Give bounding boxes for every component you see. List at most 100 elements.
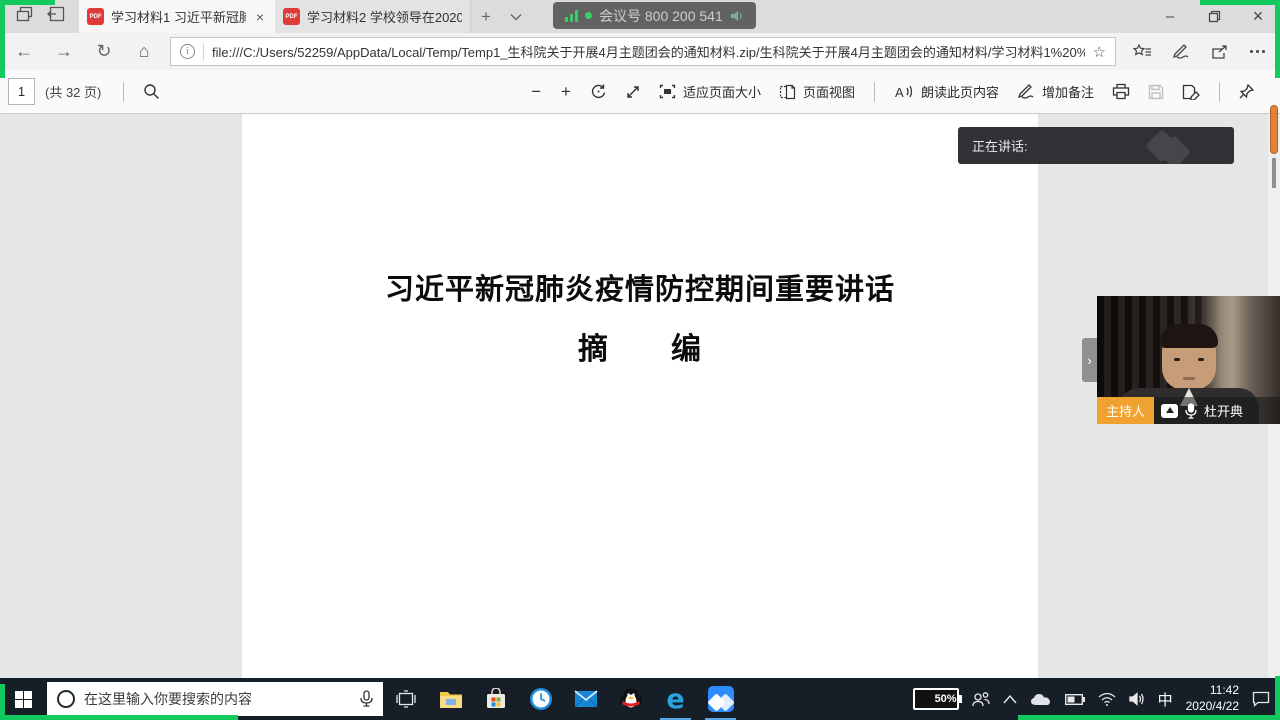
meeting-watermark-icon — [1150, 134, 1186, 164]
now-speaking-label: 正在讲话: — [972, 136, 1028, 155]
home-button[interactable]: ⌂ — [124, 41, 164, 62]
scrollbar-marker — [1272, 158, 1276, 188]
tab-title: 学习材料1 习近平新冠肺 — [111, 7, 246, 26]
microphone-icon — [1185, 403, 1197, 419]
tab-list-chevron-icon[interactable] — [501, 0, 531, 33]
mail-icon[interactable] — [563, 678, 608, 720]
volume-icon[interactable] — [1129, 692, 1145, 706]
people-icon[interactable] — [972, 691, 990, 707]
participant-name: 杜开典 — [1204, 401, 1243, 420]
browser-titlebar: PDF 学习材料1 习近平新冠肺 × PDF 学习材料2 学校领导在2020 +… — [0, 0, 1280, 33]
task-view-button[interactable] — [383, 678, 428, 720]
alarms-clock-icon[interactable] — [518, 678, 563, 720]
tray-battery-icon[interactable] — [1065, 694, 1085, 705]
fit-page-label: 适应页面大小 — [683, 82, 761, 101]
web-note-pen-icon[interactable] — [1162, 44, 1200, 60]
zoom-out-button[interactable]: − — [531, 82, 541, 102]
now-speaking-overlay: 正在讲话: — [958, 127, 1234, 164]
page-view-button[interactable]: 页面视图 — [779, 82, 855, 101]
meeting-id-pill[interactable]: 会议号 800 200 541 — [553, 2, 756, 29]
divider — [123, 82, 124, 102]
divider — [1219, 82, 1220, 102]
read-aloud-label: 朗读此页内容 — [921, 82, 999, 101]
set-tabs-aside-icon[interactable] — [16, 6, 33, 28]
signal-strength-icon — [565, 10, 578, 22]
video-bar-info: 杜开典 — [1154, 397, 1280, 424]
screen-share-icon — [1161, 404, 1178, 418]
pdf-file-icon: PDF — [283, 8, 300, 25]
hub-favorites-icon[interactable] — [1124, 44, 1162, 60]
battery-percent-label: 50% — [935, 693, 957, 705]
ime-indicator[interactable]: 中 — [1158, 689, 1173, 710]
new-tab-button[interactable]: + — [471, 0, 501, 33]
pin-toolbar-button[interactable] — [1239, 84, 1254, 100]
more-options-icon[interactable] — [1238, 50, 1276, 53]
cortana-circle-icon — [57, 690, 75, 708]
svg-text:A: A — [895, 85, 904, 100]
restore-button[interactable] — [1192, 0, 1236, 33]
page-number-input[interactable]: 1 — [8, 78, 35, 105]
taskbar-search[interactable] — [47, 682, 383, 716]
document-title-line1: 习近平新冠肺炎疫情防控期间重要讲话 — [242, 114, 1038, 308]
print-button[interactable] — [1112, 83, 1130, 100]
fit-page-button[interactable]: 适应页面大小 — [659, 82, 761, 101]
pdf-page: 习近平新冠肺炎疫情防控期间重要讲话 摘 编 — [242, 114, 1038, 678]
meeting-id-label: 会议号 800 200 541 — [599, 6, 723, 26]
onedrive-cloud-icon[interactable] — [1030, 692, 1052, 706]
taskbar-clock[interactable]: 11:42 2020/4/22 — [1186, 683, 1239, 714]
rotate-button[interactable] — [590, 83, 607, 100]
screen: PDF 学习材料1 习近平新冠肺 × PDF 学习材料2 学校领导在2020 +… — [0, 0, 1280, 720]
close-button[interactable]: × — [1236, 0, 1280, 33]
minimize-button[interactable]: – — [1148, 0, 1192, 33]
share-icon[interactable] — [1200, 44, 1238, 60]
refresh-button[interactable]: ↻ — [84, 41, 124, 62]
search-mic-icon[interactable] — [360, 690, 373, 708]
windows-logo-icon — [15, 691, 32, 708]
tencent-meeting-icon[interactable] — [698, 678, 743, 720]
system-tray: 50% 中 11:42 2020/4/22 — [913, 683, 1280, 714]
divider — [203, 43, 204, 61]
start-button[interactable] — [0, 678, 47, 720]
divider — [874, 82, 875, 102]
tab-study-material-2[interactable]: PDF 学习材料2 学校领导在2020 — [275, 0, 471, 33]
url-text[interactable]: file:///C:/Users/52259/AppData/Local/Tem… — [212, 42, 1085, 61]
wifi-icon[interactable] — [1098, 692, 1116, 706]
microsoft-store-icon[interactable] — [473, 678, 518, 720]
video-collapse-button[interactable]: › — [1082, 338, 1097, 382]
pdf-content-area[interactable]: 习近平新冠肺炎疫情防控期间重要讲话 摘 编 — [0, 114, 1280, 678]
tab-preview-icon[interactable] — [47, 6, 65, 27]
action-center-icon[interactable] — [1252, 691, 1270, 707]
search-input[interactable] — [84, 691, 351, 707]
tab-close-icon[interactable]: × — [253, 9, 267, 25]
participant-video-panel[interactable]: › 主持人 杜开典 — [1097, 296, 1280, 424]
zoom-in-button[interactable]: + — [561, 82, 571, 102]
scrollbar-thumb[interactable] — [1270, 105, 1278, 154]
expand-button[interactable] — [625, 84, 641, 100]
clock-date: 2020/4/22 — [1186, 699, 1239, 713]
video-name-bar: 主持人 杜开典 — [1097, 397, 1280, 424]
address-bar-row: ← → ↻ ⌂ i file:///C:/Users/52259/AppData… — [0, 33, 1280, 70]
page-info-icon[interactable]: i — [180, 44, 195, 59]
save-button[interactable] — [1148, 84, 1164, 100]
file-explorer-icon[interactable] — [428, 678, 473, 720]
page-view-label: 页面视图 — [803, 82, 855, 101]
tab-study-material-1[interactable]: PDF 学习材料1 习近平新冠肺 × — [79, 0, 275, 33]
hidden-icons-chevron[interactable] — [1003, 695, 1017, 704]
back-button[interactable]: ← — [4, 41, 44, 62]
find-in-page-icon[interactable] — [143, 83, 160, 100]
titlebar-left-icons — [0, 0, 79, 33]
qq-icon[interactable] — [608, 678, 653, 720]
tab-title: 学习材料2 学校领导在2020 — [307, 7, 462, 26]
read-aloud-button[interactable]: A 朗读此页内容 — [894, 82, 999, 101]
address-input[interactable]: i file:///C:/Users/52259/AppData/Local/T… — [170, 37, 1116, 66]
page-count-label: (共 32 页) — [45, 82, 101, 101]
host-badge: 主持人 — [1097, 397, 1154, 424]
favorite-star-icon[interactable]: ☆ — [1093, 43, 1106, 61]
save-as-button[interactable] — [1182, 84, 1200, 100]
pdf-toolbar: 1 (共 32 页) − + 适应页面大小 页面视图 A 朗读此页内容 — [0, 70, 1280, 114]
add-notes-button[interactable]: 增加备注 — [1017, 82, 1094, 101]
edge-browser-icon[interactable]: e — [653, 678, 698, 720]
forward-button[interactable]: → — [44, 41, 84, 62]
battery-percent-widget[interactable]: 50% — [913, 688, 959, 710]
participant-face — [1162, 326, 1216, 390]
